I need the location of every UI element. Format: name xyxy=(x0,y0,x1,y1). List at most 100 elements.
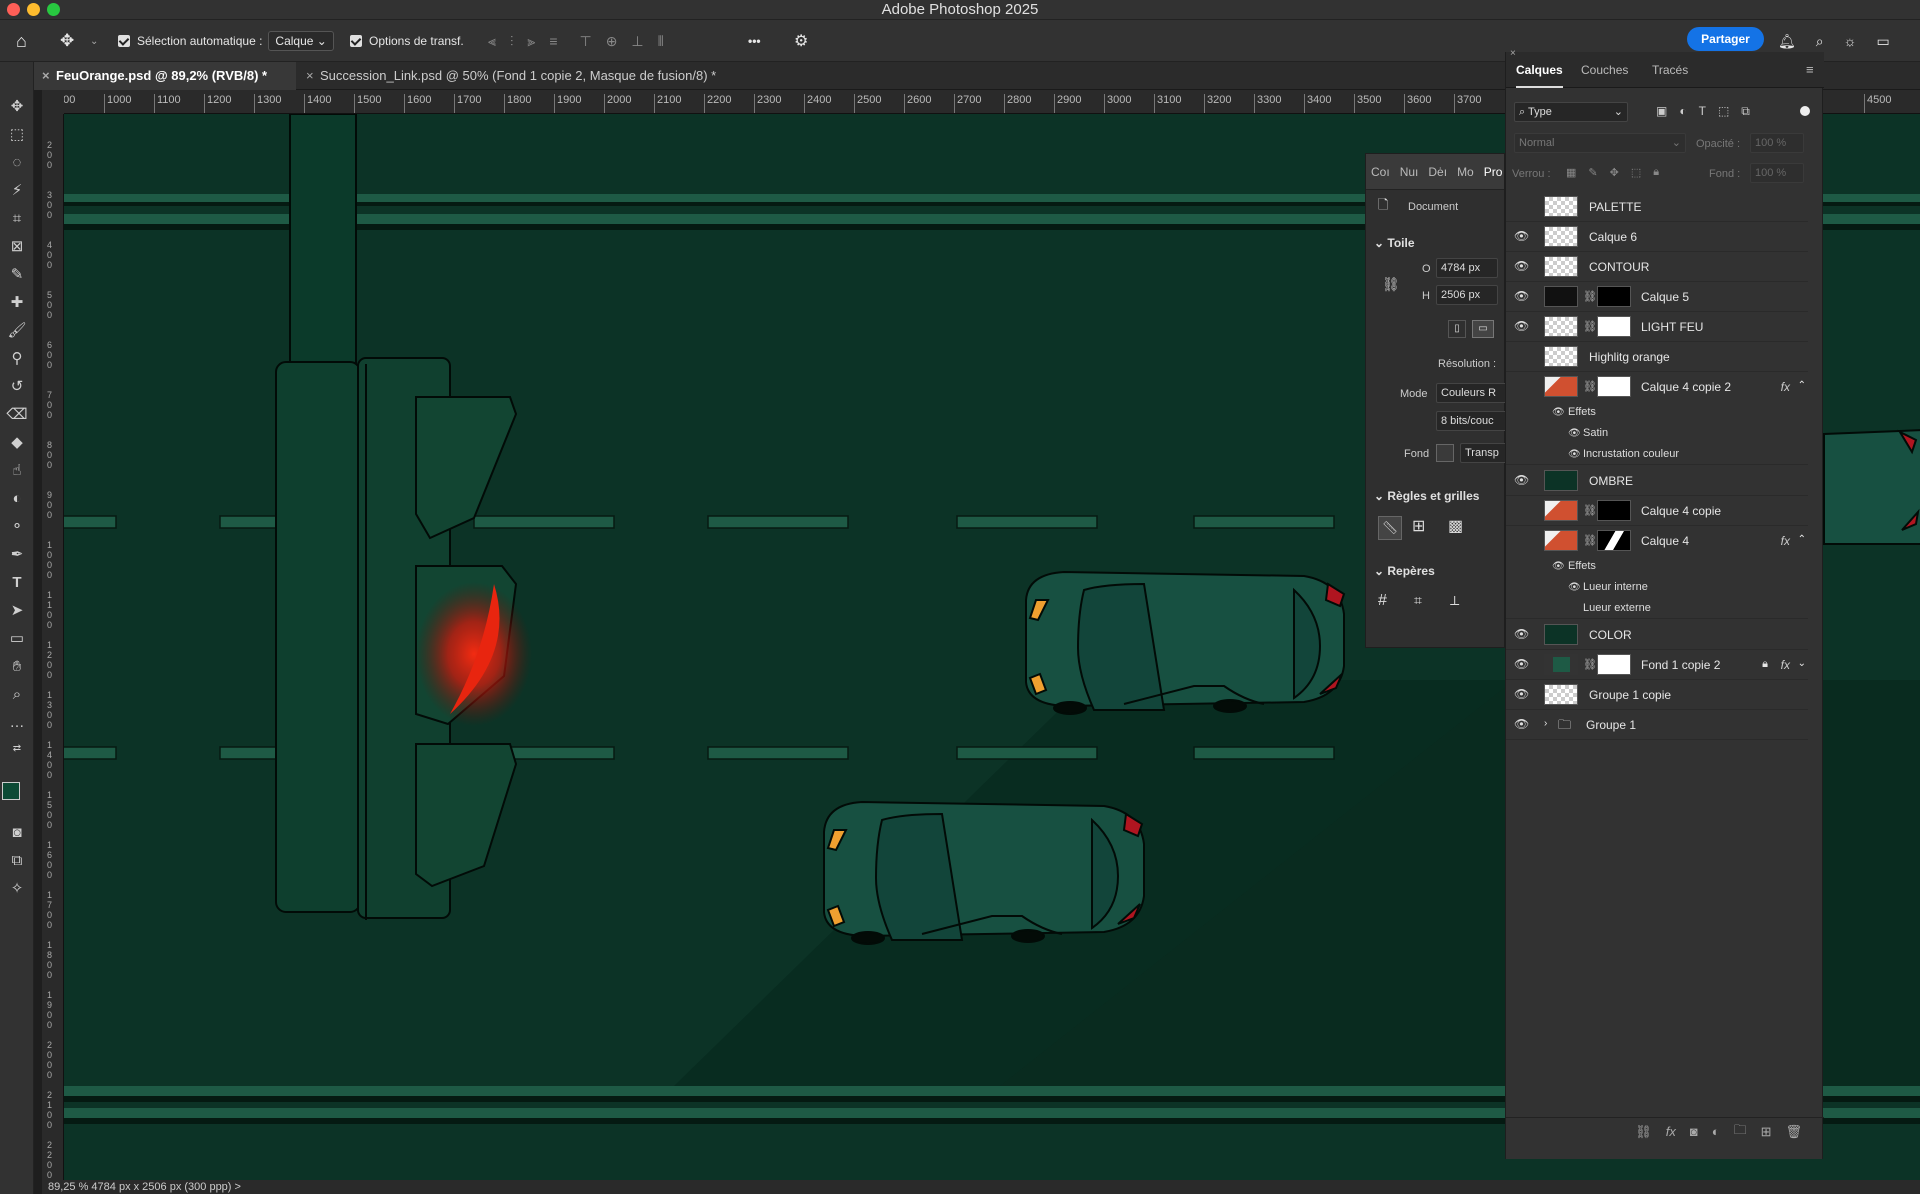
shape-filter-icon[interactable]: ⬚ xyxy=(1718,104,1729,119)
link-icon[interactable]: ⛓︎ xyxy=(1583,658,1597,671)
visibility-off-icon[interactable] xyxy=(1514,200,1528,212)
marquee-tool-icon[interactable]: ⬚ xyxy=(6,124,28,146)
lightbulb-icon[interactable]: ☼ xyxy=(1844,33,1857,49)
portrait-icon[interactable]: ▯ xyxy=(1448,320,1466,338)
eye-icon[interactable]: 👁︎ xyxy=(1552,402,1565,423)
fx-badge[interactable]: fx xyxy=(1781,650,1790,680)
opacity-field[interactable]: 100 % xyxy=(1750,133,1804,153)
lock-position-icon[interactable]: ✥ xyxy=(1610,166,1619,179)
align-middle-icon[interactable]: ⊕ xyxy=(606,33,618,50)
align-center-icon[interactable]: ⫶ xyxy=(510,33,514,50)
swap-colors-icon[interactable]: ⇄ xyxy=(6,738,28,760)
layer-group-row[interactable]: 👁︎ › 🗀 Groupe 1 xyxy=(1506,710,1808,740)
visibility-off-icon[interactable] xyxy=(1514,534,1528,546)
fond-dropdown[interactable]: Transp xyxy=(1460,443,1508,463)
layer-row[interactable]: Highlitg orange xyxy=(1506,342,1808,372)
hand-tool-icon[interactable]: ✋︎ xyxy=(6,656,28,678)
eye-icon[interactable]: 👁︎ xyxy=(1514,320,1529,332)
lasso-tool-icon[interactable]: ◌ xyxy=(6,152,28,174)
crop-tool-icon[interactable]: ⌗ xyxy=(6,208,28,230)
search-icon[interactable]: ⌕ xyxy=(1816,33,1824,50)
lock-all-icon[interactable]: 🔒︎ xyxy=(1653,166,1659,179)
type-tool-icon[interactable]: T xyxy=(6,572,28,594)
adjustment-layer-icon[interactable]: ◐ xyxy=(1712,1124,1720,1139)
filter-toggle[interactable] xyxy=(1800,106,1810,116)
lock-pixels-icon[interactable]: ✎ xyxy=(1588,166,1597,179)
ruler-toggle-icon[interactable]: 📏︎ xyxy=(1378,516,1402,540)
mode-dropdown[interactable]: Couleurs R xyxy=(1436,383,1508,403)
eye-icon[interactable]: 👁︎ xyxy=(1514,688,1529,700)
effects-row[interactable]: 👁︎ Effets xyxy=(1506,402,1808,423)
bits-dropdown[interactable]: 8 bits/couc xyxy=(1436,411,1508,431)
lock-artboard-icon[interactable]: ⬚ xyxy=(1631,166,1641,179)
layer-filter-dropdown[interactable]: ⌕ Type ⌄ xyxy=(1514,102,1628,122)
link-icon[interactable]: ⛓︎ xyxy=(1583,320,1597,333)
history-brush-icon[interactable]: ↺ xyxy=(6,376,28,398)
add-mask-icon[interactable]: ◙ xyxy=(1690,1124,1698,1139)
workspace-icon[interactable]: ▭ xyxy=(1876,33,1889,50)
layer-row[interactable]: 👁︎ OMBRE xyxy=(1506,466,1808,496)
collapse-effects-icon[interactable]: ⌃ xyxy=(1798,380,1806,391)
new-guide-layout-icon[interactable]: ⌗ xyxy=(1414,592,1422,609)
smudge-icon[interactable]: ☝︎ xyxy=(6,460,28,482)
magic-wand-icon[interactable]: ⚡︎ xyxy=(6,180,28,202)
rectangle-tool-icon[interactable]: ▭ xyxy=(6,628,28,650)
eye-icon[interactable]: 👁︎ xyxy=(1568,423,1581,444)
more-options-button[interactable]: ••• xyxy=(748,20,761,62)
checkbox-checked-icon[interactable] xyxy=(118,35,130,47)
tab-color[interactable]: Coı xyxy=(1366,165,1395,179)
width-field[interactable]: 4784 px xyxy=(1436,258,1498,278)
generative-fill-icon[interactable]: ✧ xyxy=(6,878,28,900)
link-icon[interactable]: ⛓︎ xyxy=(1583,504,1597,517)
close-panel-icon[interactable]: × xyxy=(1510,48,1516,59)
transform-options-checkbox[interactable]: Options de transf. xyxy=(350,20,464,62)
fond-swatch[interactable] xyxy=(1436,444,1454,462)
pixel-grid-icon[interactable]: ▩ xyxy=(1448,516,1463,536)
close-tab-icon[interactable]: × xyxy=(42,62,50,90)
home-icon[interactable]: ⌂ xyxy=(16,20,27,62)
collapse-effects-icon[interactable]: ⌃ xyxy=(1798,534,1806,545)
adjustment-filter-icon[interactable]: ◐ xyxy=(1679,104,1686,119)
close-tab-icon[interactable]: × xyxy=(306,62,314,90)
bell-icon[interactable]: 🔔︎ xyxy=(1778,33,1796,50)
tab-properties[interactable]: Pro xyxy=(1479,165,1508,179)
tab-swatches[interactable]: Nuı xyxy=(1395,165,1424,179)
eye-icon[interactable]: 👁︎ xyxy=(1514,658,1529,670)
close-window-button[interactable] xyxy=(7,3,20,16)
effect-row[interactable]: 👁︎ Satin xyxy=(1506,423,1808,444)
zoom-window-button[interactable] xyxy=(47,3,60,16)
layer-row[interactable]: PALETTE xyxy=(1506,192,1808,222)
fx-badge[interactable]: fx xyxy=(1781,526,1790,556)
layer-row[interactable]: 👁︎ ⛓︎ LIGHT FEU xyxy=(1506,312,1808,342)
guides-section-header[interactable]: ⌄ Repères xyxy=(1374,564,1435,578)
screen-mode-icon[interactable]: ⧉ xyxy=(6,850,28,872)
move-tool-icon[interactable]: ✥ xyxy=(6,96,28,118)
eye-icon[interactable]: 👁︎ xyxy=(1514,628,1529,640)
tab-succession-link[interactable]: × Succession_Link.psd @ 50% (Fond 1 copi… xyxy=(298,62,726,90)
quick-mask-icon[interactable]: ◙ xyxy=(6,822,28,844)
zoom-tool-icon[interactable]: ⌕ xyxy=(6,684,28,706)
tab-calques[interactable]: Calques xyxy=(1516,52,1563,88)
auto-select-checkbox[interactable]: Sélection automatique : Calque ⌄ xyxy=(118,20,334,62)
effects-row[interactable]: 👁︎ Effets xyxy=(1506,556,1808,577)
link-icon[interactable]: ⛓︎ xyxy=(1583,290,1597,303)
eraser-icon[interactable]: ⌫ xyxy=(6,404,28,426)
grid-icon[interactable]: ⊞ xyxy=(1412,516,1425,536)
eye-icon[interactable]: 👁︎ xyxy=(1514,474,1529,486)
visibility-off-icon[interactable] xyxy=(1514,380,1528,392)
eye-icon[interactable]: 👁︎ xyxy=(1568,577,1581,598)
link-icon[interactable]: ⛓︎ xyxy=(1382,276,1400,293)
chevron-down-icon[interactable]: ⌄ xyxy=(90,20,98,62)
gear-icon[interactable]: ⚙ xyxy=(794,20,808,62)
visibility-off-icon[interactable] xyxy=(1514,504,1528,516)
effect-row[interactable]: 👁︎ Lueur interne xyxy=(1506,577,1808,598)
layer-row[interactable]: 👁︎ CONTOUR xyxy=(1506,252,1808,282)
foreground-color-swatch[interactable] xyxy=(2,782,20,800)
brush-tool-icon[interactable]: 🖌︎ xyxy=(6,320,28,342)
auto-select-dropdown[interactable]: Calque ⌄ xyxy=(268,31,334,51)
effect-row[interactable]: 👁︎ Incrustation couleur xyxy=(1506,444,1808,465)
distribute-icon[interactable]: ≡ xyxy=(549,33,557,49)
panel-menu-icon[interactable]: ≡ xyxy=(1806,52,1814,88)
distribute-vertical-icon[interactable]: ⦀ xyxy=(658,33,664,50)
dodge-icon[interactable]: ◐ xyxy=(6,488,28,510)
